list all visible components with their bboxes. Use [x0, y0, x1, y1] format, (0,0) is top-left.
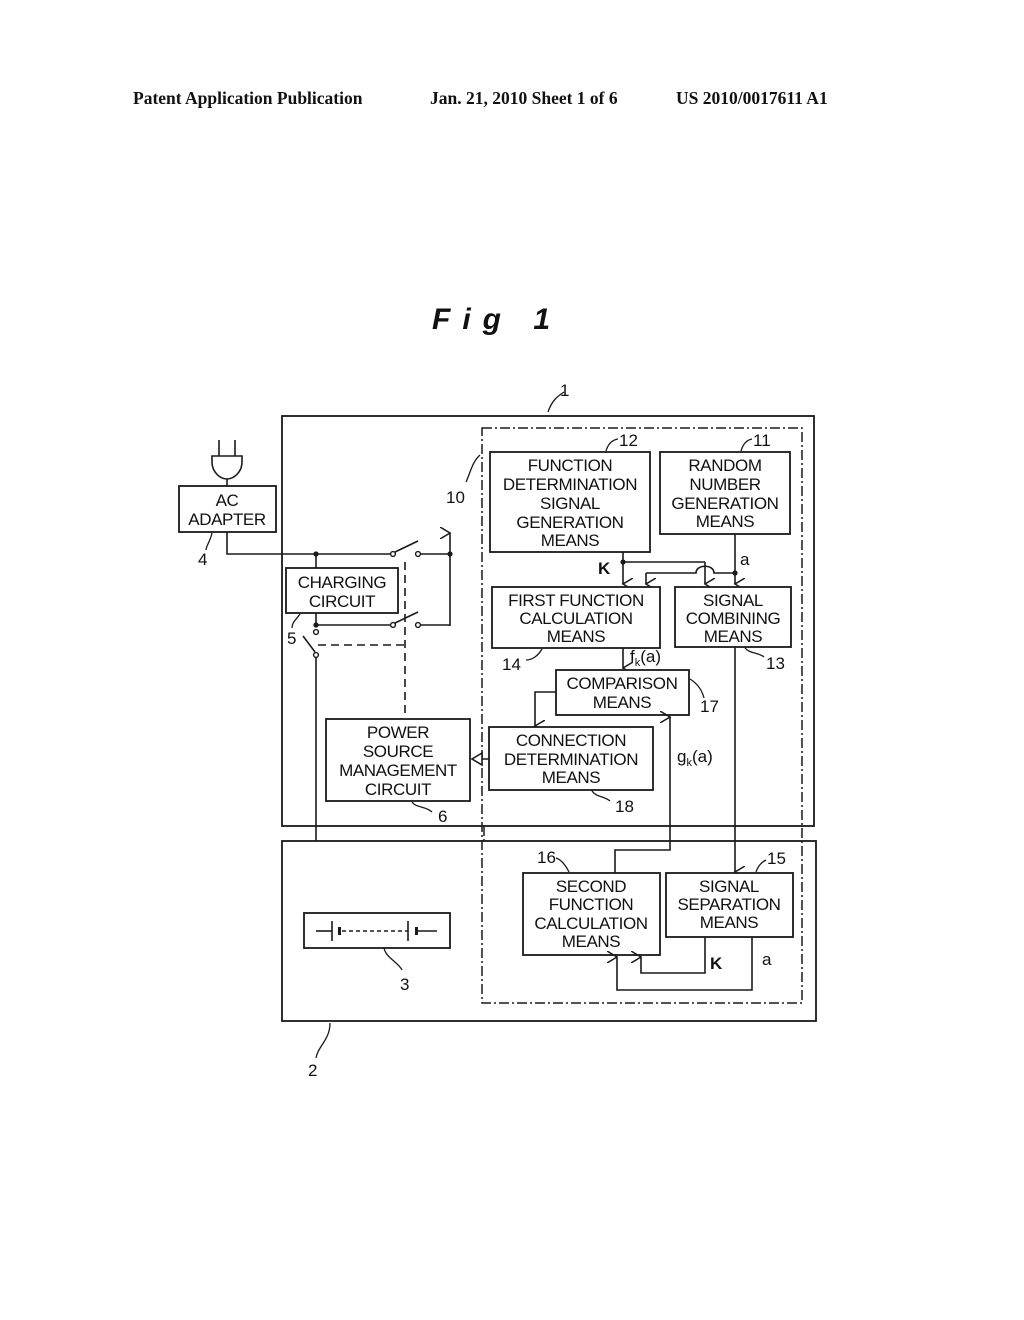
- ref-ac-adapter: 4: [198, 550, 207, 569]
- psm-label-3: MANAGEMENT: [339, 761, 457, 780]
- signal-k-top: K: [598, 559, 611, 578]
- signal-gk: gk(a): [677, 747, 713, 769]
- cd-label-1: CONNECTION: [516, 731, 626, 750]
- upper-switch: [394, 540, 419, 553]
- a-crossover: [646, 565, 735, 574]
- sc-label-1: SIGNAL: [703, 591, 763, 610]
- signal-k-bottom: K: [710, 954, 723, 973]
- ref-power-source-management: 6: [438, 807, 447, 826]
- leader-11: [740, 438, 753, 452]
- rn-label-2: NUMBER: [689, 475, 760, 494]
- ref-battery: 3: [400, 975, 409, 994]
- fd-label-2: DETERMINATION: [503, 475, 637, 494]
- ref-signal-combining: 13: [766, 654, 785, 673]
- fd-label-1: FUNCTION: [528, 456, 613, 475]
- battery-switch: [302, 635, 316, 653]
- leader-12: [605, 438, 619, 452]
- leader-18: [591, 790, 611, 802]
- ref-function-determination: 12: [619, 431, 638, 450]
- ff-label-1: FIRST FUNCTION: [508, 591, 644, 610]
- fd-label-5: MEANS: [541, 531, 600, 550]
- comparison-to-connection: [535, 691, 556, 726]
- ref-first-function: 14: [502, 655, 521, 674]
- ss-label-2: SEPARATION: [677, 895, 780, 914]
- ss-label-1: SIGNAL: [699, 877, 759, 896]
- leader-4: [205, 532, 213, 551]
- ref-signal-separation: 15: [767, 849, 786, 868]
- signal-fk: fk(a): [630, 647, 661, 669]
- cmp-label-1: COMPARISON: [567, 674, 678, 693]
- leader-14: [525, 648, 543, 661]
- rn-label-4: MEANS: [696, 512, 755, 531]
- ref-connection-determination: 18: [615, 797, 634, 816]
- fd-label-3: SIGNAL: [540, 494, 600, 513]
- fd-label-4: GENERATION: [516, 513, 623, 532]
- leader-17: [689, 678, 705, 699]
- ref-battery-pack: 2: [308, 1061, 317, 1080]
- charging-circuit-label-1: CHARGING: [298, 573, 386, 592]
- power-plug-icon: [211, 440, 243, 486]
- sf-label-1: SECOND: [556, 877, 626, 896]
- ref-random-number: 11: [753, 431, 771, 450]
- psm-label-4: CIRCUIT: [365, 780, 431, 799]
- sf-label-2: FUNCTION: [549, 895, 634, 914]
- signal-a-top: a: [740, 550, 750, 569]
- ff-label-3: MEANS: [547, 627, 606, 646]
- ref-second-function: 16: [537, 848, 556, 867]
- ref-authentication: 10: [446, 488, 465, 507]
- sf-label-3: CALCULATION: [534, 914, 647, 933]
- leader-15: [755, 859, 767, 873]
- leader-2: [315, 1022, 331, 1059]
- rn-label-1: RANDOM: [688, 456, 761, 475]
- leader-6: [411, 801, 433, 813]
- leader-16: [555, 857, 570, 873]
- figure-title: Fig 1: [432, 303, 562, 336]
- ref-charging-circuit: 5: [287, 629, 296, 648]
- ac-adapter-label-1: AC: [216, 491, 239, 510]
- sf-label-4: MEANS: [562, 932, 621, 951]
- sc-label-3: MEANS: [704, 627, 763, 646]
- charging-circuit-label-2: CIRCUIT: [309, 592, 375, 611]
- ref-device: 1: [560, 381, 569, 400]
- cd-label-3: MEANS: [542, 768, 601, 787]
- psm-label-2: SOURCE: [363, 742, 433, 761]
- cmp-label-2: MEANS: [593, 693, 652, 712]
- psm-label-1: POWER: [367, 723, 429, 742]
- rn-label-3: GENERATION: [671, 494, 778, 513]
- sc-label-2: COMBINING: [686, 609, 781, 628]
- ref-comparison: 17: [700, 697, 719, 716]
- leader-10: [465, 454, 481, 483]
- leader-3: [383, 947, 403, 971]
- leader-13: [744, 647, 765, 658]
- ff-label-2: CALCULATION: [519, 609, 632, 628]
- switch-terminal: [389, 550, 397, 558]
- main-power-line: [226, 532, 393, 555]
- ss-label-3: MEANS: [700, 913, 759, 932]
- cd-label-2: DETERMINATION: [504, 750, 638, 769]
- figure-1-diagram: Fig 1 1 2 10 AC ADAPTER 4 CHARGING CIRCU…: [178, 303, 817, 1080]
- signal-a-bottom: a: [762, 950, 772, 969]
- leader-5: [291, 613, 301, 629]
- ac-adapter-label-2: ADAPTER: [188, 510, 266, 529]
